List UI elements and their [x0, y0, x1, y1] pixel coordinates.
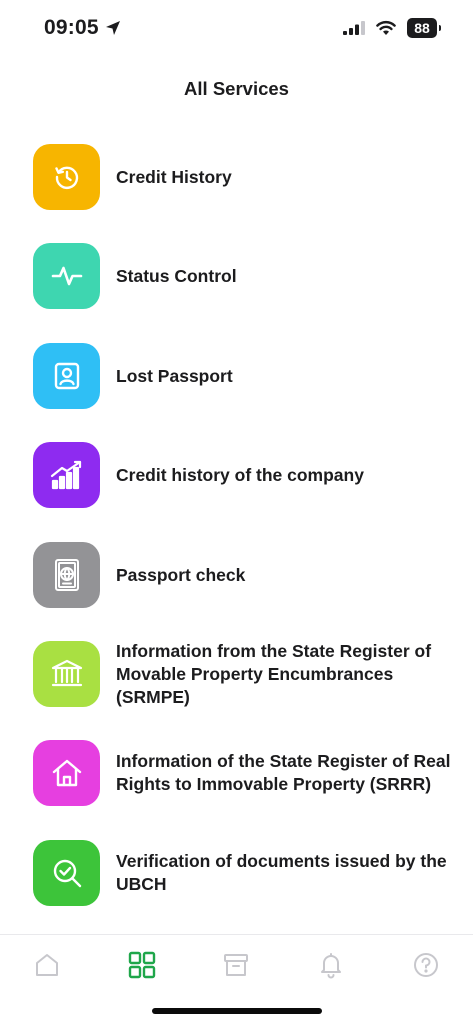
grid-icon	[128, 951, 156, 979]
tab-notifications[interactable]	[311, 945, 351, 985]
service-item-srmpe[interactable]: Information from the State Register of M…	[33, 641, 463, 707]
tab-bar	[0, 934, 473, 1024]
service-label: Information from the State Register of M…	[116, 640, 432, 707]
passport-icon	[54, 559, 79, 591]
service-icon-tile	[33, 542, 100, 608]
tab-home[interactable]	[27, 945, 67, 985]
archive-box-icon	[224, 954, 248, 976]
history-clock-icon	[54, 166, 78, 189]
bank-building-icon	[51, 659, 82, 687]
service-icon-tile	[33, 840, 100, 906]
home-icon	[36, 954, 58, 976]
status-indicators: 88	[343, 18, 441, 38]
page-title: All Services	[184, 78, 289, 99]
house-icon	[52, 759, 81, 787]
service-item-srrr[interactable]: Information of the State Register of Rea…	[33, 740, 463, 806]
bell-icon	[321, 953, 341, 979]
tab-archive[interactable]	[216, 945, 256, 985]
service-label: Status Control	[116, 265, 237, 286]
service-icon-tile	[33, 641, 100, 707]
service-label: Passport check	[116, 564, 246, 585]
service-item-lost-passport[interactable]: Lost Passport	[33, 343, 463, 409]
status-time: 09:05	[44, 16, 121, 40]
service-icon-tile	[33, 442, 100, 508]
growth-chart-icon	[50, 460, 81, 490]
location-arrow-icon	[105, 21, 120, 35]
service-label: Lost Passport	[116, 365, 233, 386]
cellular-signal-icon	[343, 21, 365, 35]
service-icon-tile	[33, 740, 100, 806]
home-indicator	[152, 1008, 322, 1014]
service-label: Credit history of the company	[116, 464, 364, 485]
help-circle-icon	[414, 953, 438, 977]
status-bar: 09:05 88	[0, 0, 473, 56]
person-badge-icon	[54, 362, 79, 390]
battery-indicator: 88	[407, 18, 441, 38]
service-label: Verification of documents issued by the …	[116, 851, 447, 894]
wifi-icon	[376, 21, 396, 35]
service-icon-tile	[33, 243, 100, 309]
service-item-passport-check[interactable]: Passport check	[33, 542, 463, 608]
service-icon-tile	[33, 343, 100, 409]
service-label: Credit History	[116, 166, 232, 187]
magnifier-check-icon	[53, 859, 81, 888]
service-item-ubch-verification[interactable]: Verification of documents issued by the …	[33, 840, 463, 906]
service-item-company-credit-history[interactable]: Credit history of the company	[33, 442, 463, 508]
tab-help[interactable]	[406, 945, 446, 985]
service-item-status-control[interactable]: Status Control	[33, 243, 463, 309]
status-time-text: 09:05	[44, 16, 99, 39]
battery-level: 88	[414, 20, 430, 36]
pulse-icon	[51, 266, 82, 286]
service-item-credit-history[interactable]: Credit History	[33, 144, 463, 210]
service-icon-tile	[33, 144, 100, 210]
tab-services[interactable]	[122, 945, 162, 985]
service-label: Information of the State Register of Rea…	[116, 751, 451, 794]
